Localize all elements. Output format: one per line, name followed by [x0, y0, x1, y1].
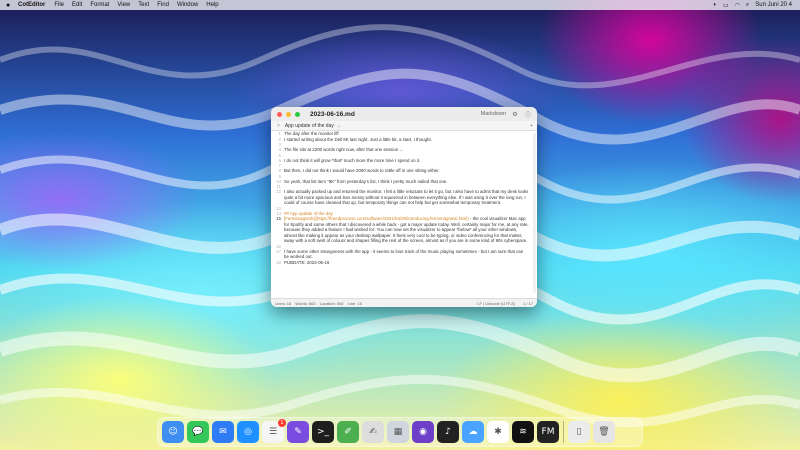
- status-bar: Lines: 18 Words: 563 Location: 550 Line:…: [271, 298, 537, 307]
- notes-icon[interactable]: ✎: [287, 421, 309, 443]
- menu-help[interactable]: Help: [206, 2, 218, 8]
- menu-window[interactable]: Window: [177, 2, 198, 8]
- editor-line[interactable]: 18 PUBDATE: 2023-06-16: [271, 260, 537, 266]
- tab-label[interactable]: App update of the day: [285, 123, 334, 129]
- search-icon[interactable]: ⌕: [746, 2, 749, 9]
- notification-badge: 1: [278, 419, 286, 427]
- line-text[interactable]: I also actually packed up and returned t…: [284, 189, 537, 206]
- status-line: Line: 15: [347, 300, 362, 306]
- trash-icon[interactable]: 🗑: [593, 421, 615, 443]
- mail-icon[interactable]: ✉: [212, 421, 234, 443]
- inspector-icon[interactable]: ⓘ: [524, 110, 532, 119]
- menu-view[interactable]: View: [117, 2, 130, 8]
- dock: ☺ 💬 ✉ ◎ ☰ 1 ✎ >_ ✐ ✍ ▦ ◉ ♪ ☁ ✱ ≋ FM ▯ 🗑: [157, 417, 643, 447]
- cloud-icon[interactable]: ☁: [462, 421, 484, 443]
- menu-bar: ● CotEditor File Edit Format View Text F…: [0, 0, 800, 10]
- messages-icon[interactable]: 💬: [187, 421, 209, 443]
- github-icon[interactable]: ◉: [412, 421, 434, 443]
- line-number: 17: [276, 248, 281, 254]
- line-text[interactable]: PUBDATE: 2023-06-16: [284, 260, 537, 266]
- editor-line[interactable]: 17 I have some other strangeness with the…: [271, 249, 537, 260]
- status-lines: Lines: 18: [275, 300, 292, 306]
- slack-icon[interactable]: ✱: [487, 421, 509, 443]
- window-titlebar[interactable]: 2023-06-16.md Markdown ⚙ ⓘ: [271, 107, 537, 121]
- editor-window: 2023-06-16.md Markdown ⚙ ⓘ × App update …: [271, 107, 537, 307]
- vertical-scrollbar[interactable]: [533, 133, 536, 293]
- line-number: 18: [276, 259, 281, 265]
- menu-edit[interactable]: Edit: [72, 2, 82, 8]
- menubar-datetime[interactable]: Sun Juni 20 4: [755, 2, 792, 8]
- menu-file[interactable]: File: [54, 2, 64, 8]
- control-center-icon[interactable]: ◐: [713, 2, 717, 8]
- status-words: Words: 563: [295, 300, 316, 306]
- add-tab-icon[interactable]: +: [530, 123, 533, 129]
- chevron-down-icon[interactable]: ⌄: [337, 123, 341, 129]
- audio-icon[interactable]: ♪: [437, 421, 459, 443]
- spotify-icon[interactable]: ≋: [512, 421, 534, 443]
- coteditor-icon[interactable]: ✐: [337, 421, 359, 443]
- status-encoding[interactable]: LF | Unicode (UTF-8): [477, 301, 515, 306]
- line-number: 12: [276, 189, 281, 194]
- line-text[interactable]: [Fermimagnetic](https://freedprocess.com…: [284, 216, 537, 244]
- desktop: ● CotEditor File Edit Format View Text F…: [0, 0, 800, 450]
- battery-icon[interactable]: ▭: [723, 2, 729, 9]
- safari-icon[interactable]: ◎: [237, 421, 259, 443]
- editor-line[interactable]: 12 I also actually packed up and returned…: [271, 189, 537, 206]
- tab-close-icon[interactable]: ×: [277, 123, 280, 129]
- textedit-icon[interactable]: ✍: [362, 421, 384, 443]
- menu-find[interactable]: Find: [157, 2, 169, 8]
- document-icon[interactable]: ▯: [568, 421, 590, 443]
- apple-icon[interactable]: ●: [6, 2, 16, 9]
- wifi-icon[interactable]: ◠: [735, 2, 740, 9]
- dock-separator: [563, 421, 564, 443]
- menubar-status-area: ◐ ▭ ◠ ⌕ Sun Juni 20 4: [707, 2, 800, 9]
- document-title[interactable]: 2023-06-16.md: [310, 111, 355, 118]
- minimize-window-button[interactable]: [286, 111, 291, 117]
- menu-format[interactable]: Format: [90, 2, 109, 8]
- menu-app-name[interactable]: CotEditor: [18, 2, 45, 8]
- zoom-window-button[interactable]: [295, 111, 300, 117]
- preview-icon[interactable]: ▦: [387, 421, 409, 443]
- fm-icon[interactable]: FM: [537, 421, 559, 443]
- status-location: Location: 550: [319, 300, 344, 306]
- editor-line[interactable]: 15 [Fermimagnetic](https://freedprocess.c…: [271, 216, 537, 244]
- close-window-button[interactable]: [277, 111, 282, 117]
- syntax-menu[interactable]: Markdown: [481, 111, 506, 117]
- menu-text[interactable]: Text: [138, 2, 149, 8]
- reminders-icon[interactable]: ☰ 1: [262, 419, 286, 443]
- document-info-icon[interactable]: ⚙: [511, 111, 519, 118]
- line-text[interactable]: I have some other strangeness with the a…: [284, 249, 537, 260]
- text-editor[interactable]: 1 The day after the monitor liff 2 I starte…: [271, 131, 537, 298]
- line-number: 15: [276, 216, 281, 221]
- finder-icon[interactable]: ☺: [162, 421, 184, 443]
- tab-bar: × App update of the day ⌄ +: [271, 121, 537, 131]
- terminal-icon[interactable]: >_: [312, 421, 334, 443]
- status-position: 1 / 17: [522, 300, 533, 306]
